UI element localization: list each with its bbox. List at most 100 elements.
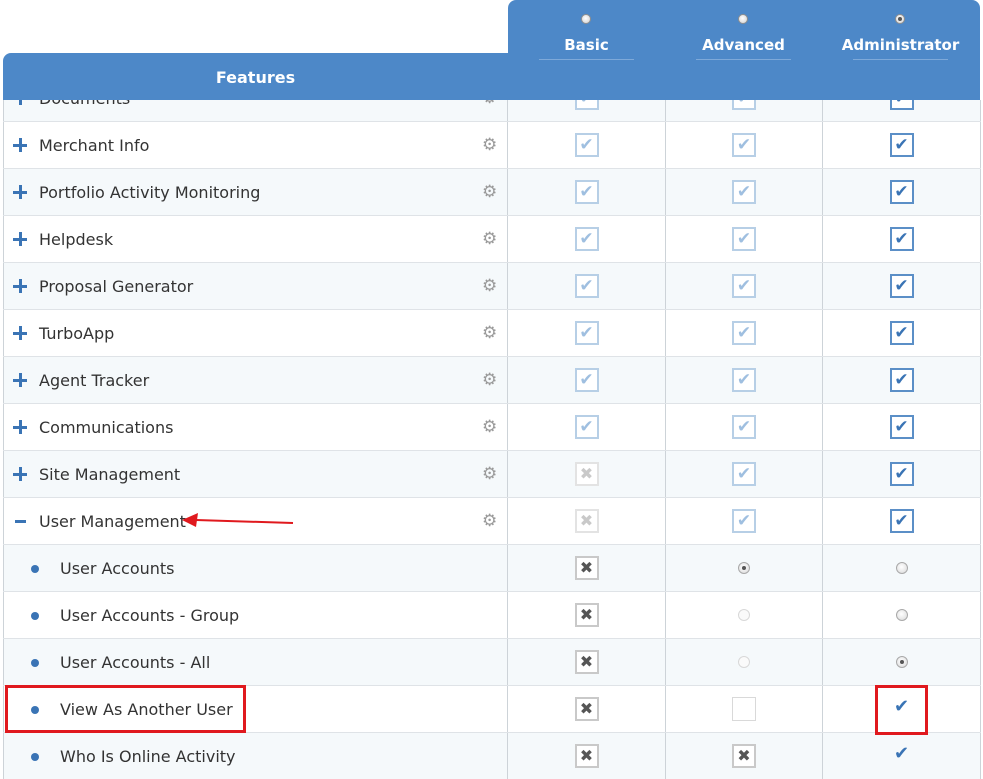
allow-checkbox-icon[interactable]: ✔ [732,133,756,157]
allow-checkbox-icon[interactable]: ✔ [889,227,914,251]
allow-checkbox-icon[interactable]: ✔ [732,321,756,345]
permission-cell-administrator [823,639,981,685]
table-row: Portfolio Activity Monitoring ⚙ ✔ ✔ ✔ [3,169,981,216]
expand-plus-icon[interactable] [13,467,27,481]
allow-checkbox-icon[interactable]: ✔ [732,462,756,486]
deny-checkbox-icon[interactable]: ✖ [574,697,599,721]
feature-label: Who Is Online Activity [60,747,236,766]
allow-checkbox-icon[interactable]: ✔ [732,274,756,298]
permission-cell-basic: ✖ [508,592,666,638]
permission-radio[interactable] [738,609,750,621]
permission-radio[interactable] [895,656,908,668]
tier-radio-1[interactable] [738,14,748,24]
allow-checkbox-icon[interactable]: ✔ [732,180,756,204]
table-row: Proposal Generator ⚙ ✔ ✔ ✔ [3,263,981,310]
permission-cell-advanced: ✔ [666,263,823,309]
allow-checkbox-icon[interactable]: ✔ [732,368,756,392]
deny-checkbox-icon[interactable]: ✖ [574,509,599,533]
allow-checkbox-icon[interactable]: ✔ [889,274,914,298]
allow-checkbox-icon[interactable]: ✔ [574,227,599,251]
feature-label: User Accounts - Group [60,606,240,625]
deny-checkbox-icon[interactable]: ✖ [574,556,599,580]
gear-icon[interactable]: ⚙ [482,136,497,154]
allow-checkbox-icon[interactable]: ✔ [732,100,756,110]
allow-checkbox-icon[interactable]: ✔ [574,100,599,110]
gear-icon[interactable]: ⚙ [482,324,497,342]
permission-cell-basic: ✖ [508,451,666,497]
allow-checkbox-icon[interactable]: ✔ [889,133,914,157]
permission-cell-advanced: ✖ [666,733,823,779]
annotation-box-admin-check [875,685,928,735]
allow-checkbox-icon[interactable]: ✔ [574,368,599,392]
expand-plus-icon[interactable] [13,279,27,293]
allow-checkbox-icon[interactable]: ✔ [574,321,599,345]
allow-checkbox-icon[interactable]: ✔ [574,133,599,157]
expand-plus-icon[interactable] [13,185,27,199]
bullet-icon [31,565,39,573]
allow-checkbox-icon[interactable]: ✔ [889,321,914,345]
table-row: Agent Tracker ⚙ ✔ ✔ ✔ [3,357,981,404]
feature-cell: User Accounts [3,545,508,591]
table-row: User Accounts ✖ [3,545,981,592]
permission-radio[interactable] [895,562,908,574]
tier-radio-0[interactable] [581,14,591,24]
allow-checkbox-icon[interactable]: ✔ [574,415,599,439]
allow-checkbox-icon[interactable]: ✔ [889,462,914,486]
permission-cell-administrator: ✔ [823,169,981,215]
bullet-icon [31,753,39,761]
table-row: User Management ⚙ ✖ ✔ ✔ [3,498,981,545]
table-row: User Accounts - Group ✖ [3,592,981,639]
allow-checkbox-icon[interactable]: ✔ [732,415,756,439]
feature-cell: Agent Tracker ⚙ [3,357,508,403]
gear-icon[interactable]: ⚙ [482,465,497,483]
permission-cell-advanced: ✔ [666,100,823,121]
tier-label-2: Administrator [841,36,960,54]
gear-icon[interactable]: ⚙ [482,183,497,201]
permission-cell-advanced: ✔ [666,169,823,215]
tier-radio-2[interactable] [895,14,905,24]
gear-icon[interactable]: ⚙ [482,512,497,530]
permission-radio[interactable] [895,609,908,621]
gear-icon[interactable]: ⚙ [482,277,497,295]
feature-label: User Accounts - All [60,653,211,672]
expand-plus-icon[interactable] [13,326,27,340]
expand-plus-icon[interactable] [13,420,27,434]
deny-checkbox-icon[interactable]: ✖ [574,462,599,486]
allow-checkbox-icon[interactable]: ✔ [889,180,914,204]
allow-checkbox-icon[interactable]: ✔ [889,415,914,439]
permission-cell-advanced: ✔ [666,216,823,262]
allow-checkbox-icon[interactable]: ✔ [732,509,756,533]
allow-checkbox-icon[interactable]: ✔ [574,180,599,204]
collapse-minus-icon[interactable] [15,520,26,523]
annotation-arrow-icon [182,513,294,527]
tier-column-1: Advanced [665,0,822,100]
expand-plus-icon[interactable] [13,232,27,246]
permission-cell-advanced [666,639,823,685]
permission-cell-administrator: ✔ [823,498,981,544]
feature-label: Documents [39,100,130,122]
expand-plus-icon[interactable] [13,100,27,105]
allow-checkbox-icon[interactable]: ✔ [889,509,914,533]
gear-icon[interactable]: ⚙ [482,230,497,248]
allow-checkbox-icon[interactable]: ✔ [890,744,914,768]
empty-checkbox[interactable] [732,697,756,721]
allow-checkbox-icon[interactable]: ✔ [889,100,914,110]
deny-checkbox-icon[interactable]: ✖ [574,744,599,768]
deny-checkbox-icon[interactable]: ✖ [732,744,756,768]
feature-label: Helpdesk [39,230,114,249]
permission-cell-basic: ✔ [508,310,666,356]
expand-plus-icon[interactable] [13,138,27,152]
permission-radio[interactable] [738,562,750,574]
permission-radio[interactable] [738,656,750,668]
expand-plus-icon[interactable] [13,373,27,387]
deny-checkbox-icon[interactable]: ✖ [574,650,599,674]
deny-checkbox-icon[interactable]: ✖ [574,603,599,627]
gear-icon[interactable]: ⚙ [482,418,497,436]
allow-checkbox-icon[interactable]: ✔ [889,368,914,392]
tier-column-2: Administrator [822,0,979,100]
table-row: User Accounts - All ✖ [3,639,981,686]
allow-checkbox-icon[interactable]: ✔ [732,227,756,251]
gear-icon[interactable]: ⚙ [482,100,497,107]
allow-checkbox-icon[interactable]: ✔ [574,274,599,298]
gear-icon[interactable]: ⚙ [482,371,497,389]
